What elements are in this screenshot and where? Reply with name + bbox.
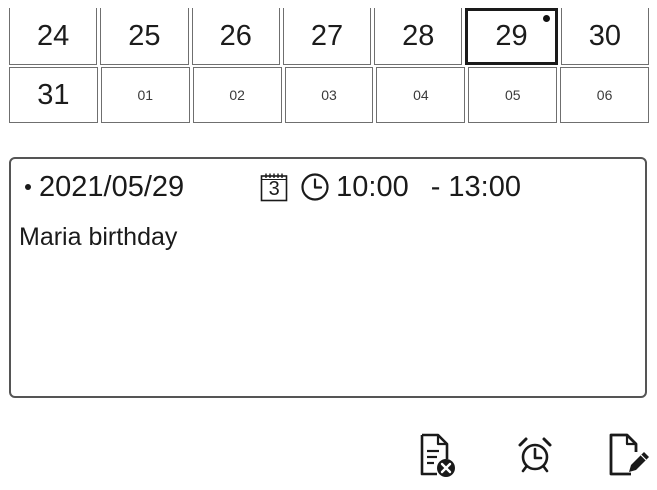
calendar-day[interactable]: 24 (9, 8, 98, 65)
day-number: 04 (413, 87, 429, 103)
calendar-day[interactable]: 27 (282, 8, 372, 65)
edit-document-icon (609, 433, 649, 476)
day-number: 05 (504, 87, 521, 103)
event-header: 2021/05/29 3 10:00 - 13:00 (21, 169, 635, 205)
day-number: 26 (219, 19, 252, 52)
event-bullet (25, 184, 31, 190)
action-bar (0, 430, 657, 490)
day-number: 27 (310, 19, 344, 52)
delete-document-icon (420, 433, 455, 477)
day-number: 03 (321, 87, 337, 103)
calendar-day-next-month[interactable]: 06 (560, 67, 650, 123)
calendar-day-next-month[interactable]: 02 (192, 67, 282, 123)
calendar-day[interactable]: 28 (374, 8, 463, 65)
calendar-day[interactable]: 30 (560, 8, 649, 65)
event-indicator-dot (542, 15, 550, 22)
day-number: 30 (588, 19, 621, 52)
set-alarm-button[interactable] (510, 430, 560, 480)
calendar-day-next-month[interactable]: 01 (100, 67, 190, 123)
calendar-day[interactable]: 26 (191, 8, 280, 65)
alarm-clock-icon (518, 437, 552, 473)
day-number: 28 (402, 19, 435, 52)
event-detail-panel[interactable]: 2021/05/29 3 10:00 - 13:00 Maria birthda… (9, 157, 647, 398)
edit-event-button[interactable] (603, 430, 653, 480)
day-number: 29 (495, 20, 528, 52)
delete-event-button[interactable] (411, 430, 461, 480)
calendar-day-next-month[interactable]: 05 (468, 67, 558, 123)
day-number: 25 (128, 19, 161, 52)
calendar-day[interactable]: 31 (9, 67, 98, 123)
calendar-week-row: 24 25 26 27 28 29 30 (9, 8, 649, 65)
day-number: 02 (229, 87, 245, 103)
calendar-week-row: 31 01 02 03 04 05 06 (9, 67, 650, 123)
event-title: Maria birthday (19, 223, 178, 251)
event-end-time: 13:00 (448, 170, 521, 203)
day-number: 31 (37, 78, 70, 111)
calendar-grid: 24 25 26 27 28 29 30 31 01 02 03 04 05 0… (9, 8, 650, 123)
day-number: 01 (137, 87, 154, 103)
day-number: 06 (596, 87, 613, 103)
calendar-day-selected[interactable]: 29 (465, 8, 558, 65)
calendar-badge-number: 3 (268, 178, 280, 200)
event-start-time: 10:00 (336, 170, 409, 203)
time-separator: - (430, 170, 441, 203)
calendar-day[interactable]: 25 (100, 8, 189, 65)
event-date: 2021/05/29 (39, 170, 185, 203)
calendar-icon: 3 (260, 172, 288, 202)
clock-icon (300, 172, 330, 202)
calendar-day-next-month[interactable]: 04 (376, 67, 466, 123)
day-number: 24 (37, 19, 70, 52)
calendar-day-next-month[interactable]: 03 (284, 67, 374, 123)
